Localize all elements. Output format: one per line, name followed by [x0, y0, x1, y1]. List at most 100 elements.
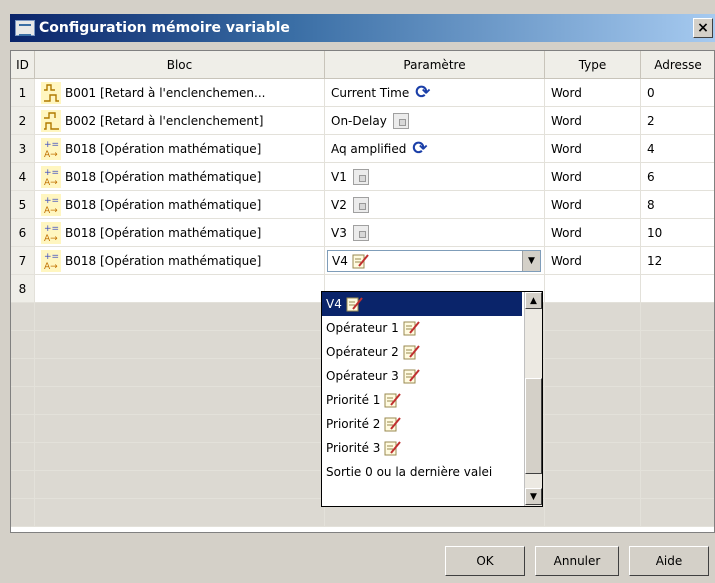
- table-row[interactable]: 7 += A→ B018 [Opération mathématique] V4 …: [11, 247, 714, 275]
- dropdown-option[interactable]: Opérateur 2: [322, 340, 522, 364]
- table-row[interactable]: 6 += A→ B018 [Opération mathématique] V3 …: [11, 219, 714, 247]
- lock-icon: [352, 196, 369, 213]
- option-label: Priorité 2: [326, 417, 381, 431]
- row-addr: 2: [641, 107, 714, 135]
- table-row[interactable]: 1 B001 [Retard à l'enclenchemen... Curre…: [11, 79, 714, 107]
- close-button[interactable]: ×: [693, 18, 713, 38]
- table-row[interactable]: 2 B002 [Retard à l'enclenchement] On-Del…: [11, 107, 714, 135]
- row-addr: 8: [641, 191, 714, 219]
- row-addr: 10: [641, 219, 714, 247]
- col-header-param[interactable]: Paramètre: [325, 51, 545, 79]
- row-type: Word: [545, 79, 641, 107]
- param-dropdown-list: V4 Opérateur 1 Opérateur 2 Opérateur 3 P…: [321, 291, 543, 507]
- row-addr: 4: [641, 135, 714, 163]
- help-button[interactable]: Aide: [629, 546, 709, 576]
- dropdown-option[interactable]: Opérateur 1: [322, 316, 522, 340]
- row-id: 5: [11, 191, 35, 219]
- option-label: Opérateur 2: [326, 345, 399, 359]
- dropdown-option[interactable]: Priorité 1: [322, 388, 522, 412]
- row-type: Word: [545, 107, 641, 135]
- math-icon: +=A→: [41, 165, 61, 188]
- row-param-label: Current Time: [331, 85, 410, 100]
- row-param[interactable]: On-Delay: [325, 107, 545, 135]
- row-addr: [641, 275, 714, 303]
- row-type: Word: [545, 191, 641, 219]
- row-param-label: Aq amplified: [331, 141, 407, 156]
- row-bloc-label: B018 [Opération mathématique]: [65, 141, 262, 156]
- dropdown-option[interactable]: Opérateur 3: [322, 364, 522, 388]
- window-title: Configuration mémoire variable: [39, 20, 290, 36]
- row-id: 8: [11, 275, 35, 303]
- row-param[interactable]: V2: [325, 191, 545, 219]
- scroll-thumb[interactable]: [525, 378, 542, 474]
- row-id: 3: [11, 135, 35, 163]
- table-row[interactable]: 3 += A→ B018 [Opération mathématique] Aq …: [11, 135, 714, 163]
- row-bloc: [35, 275, 325, 303]
- dropdown-option[interactable]: Priorité 3: [322, 436, 522, 460]
- dropdown-option[interactable]: Sortie 0 ou la dernière valei: [322, 460, 522, 484]
- edit-icon: [384, 441, 402, 456]
- edit-icon: [346, 297, 363, 312]
- row-addr: 6: [641, 163, 714, 191]
- row-type: Word: [545, 247, 641, 275]
- chevron-down-icon[interactable]: ▼: [522, 250, 540, 271]
- table-row[interactable]: 4 += A→ B018 [Opération mathématique] V1 …: [11, 163, 714, 191]
- col-header-addr[interactable]: Adresse: [641, 51, 714, 79]
- svg-text:+=: +=: [44, 224, 59, 234]
- svg-text:+=: +=: [44, 168, 59, 178]
- math-icon: +=A→: [41, 193, 61, 216]
- edit-icon: [384, 417, 402, 432]
- lock-icon: [352, 168, 369, 185]
- dropdown-scrollbar[interactable]: ▲ ▼: [524, 292, 542, 506]
- option-label: Opérateur 3: [326, 369, 399, 383]
- lock-icon: [352, 224, 369, 241]
- edit-icon: [403, 345, 420, 360]
- param-combobox[interactable]: V4 ▼: [327, 249, 541, 272]
- scroll-up-icon[interactable]: ▲: [525, 292, 542, 309]
- app-icon: [15, 20, 35, 36]
- row-bloc: += A→ B018 [Opération mathématique]: [35, 247, 325, 275]
- row-param[interactable]: Current Time ⟳: [325, 79, 545, 107]
- dialog-footer: OK Annuler Aide: [10, 538, 715, 583]
- on-delay-icon: [41, 81, 61, 104]
- row-bloc-label: B018 [Opération mathématique]: [65, 169, 262, 184]
- option-label: Priorité 1: [326, 393, 381, 407]
- scroll-down-icon[interactable]: ▼: [525, 488, 542, 505]
- row-param[interactable]: V3: [325, 219, 545, 247]
- svg-text:A→: A→: [44, 206, 58, 216]
- table-row[interactable]: 5 += A→ B018 [Opération mathématique] V2 …: [11, 191, 714, 219]
- option-label: Opérateur 1: [326, 321, 399, 335]
- row-param-label: V2: [331, 197, 347, 212]
- math-icon: +=A→: [41, 137, 61, 160]
- edit-icon: [352, 253, 369, 268]
- col-header-id[interactable]: ID: [11, 51, 35, 79]
- refresh-icon: ⟳: [412, 137, 428, 159]
- row-param[interactable]: V1: [325, 163, 545, 191]
- row-addr: 0: [641, 79, 714, 107]
- col-header-bloc[interactable]: Bloc: [35, 51, 325, 79]
- dropdown-option[interactable]: V4: [322, 292, 522, 316]
- dropdown-option[interactable]: Priorité 2: [322, 412, 522, 436]
- option-label: Sortie 0 ou la dernière valei: [326, 465, 493, 479]
- row-param-label: V3: [331, 225, 347, 240]
- cancel-button[interactable]: Annuler: [535, 546, 619, 576]
- table-header: ID Bloc Paramètre Type Adresse: [11, 51, 714, 79]
- option-label: V4: [326, 297, 342, 311]
- row-bloc: += A→ B018 [Opération mathématique]: [35, 163, 325, 191]
- col-header-type[interactable]: Type: [545, 51, 641, 79]
- row-param[interactable]: Aq amplified ⟳: [325, 135, 545, 163]
- row-type: Word: [545, 163, 641, 191]
- row-type: [545, 275, 641, 303]
- row-type: Word: [545, 135, 641, 163]
- row-id: 2: [11, 107, 35, 135]
- option-label: Priorité 3: [326, 441, 381, 455]
- svg-text:A→: A→: [44, 150, 58, 160]
- row-bloc: B002 [Retard à l'enclenchement]: [35, 107, 325, 135]
- row-bloc: += A→ B018 [Opération mathématique]: [35, 191, 325, 219]
- row-addr: 12: [641, 247, 714, 275]
- ok-button[interactable]: OK: [445, 546, 525, 576]
- combobox-value: V4: [332, 253, 348, 268]
- row-bloc: += A→ B018 [Opération mathématique]: [35, 219, 325, 247]
- row-id: 4: [11, 163, 35, 191]
- edit-icon: [403, 321, 420, 336]
